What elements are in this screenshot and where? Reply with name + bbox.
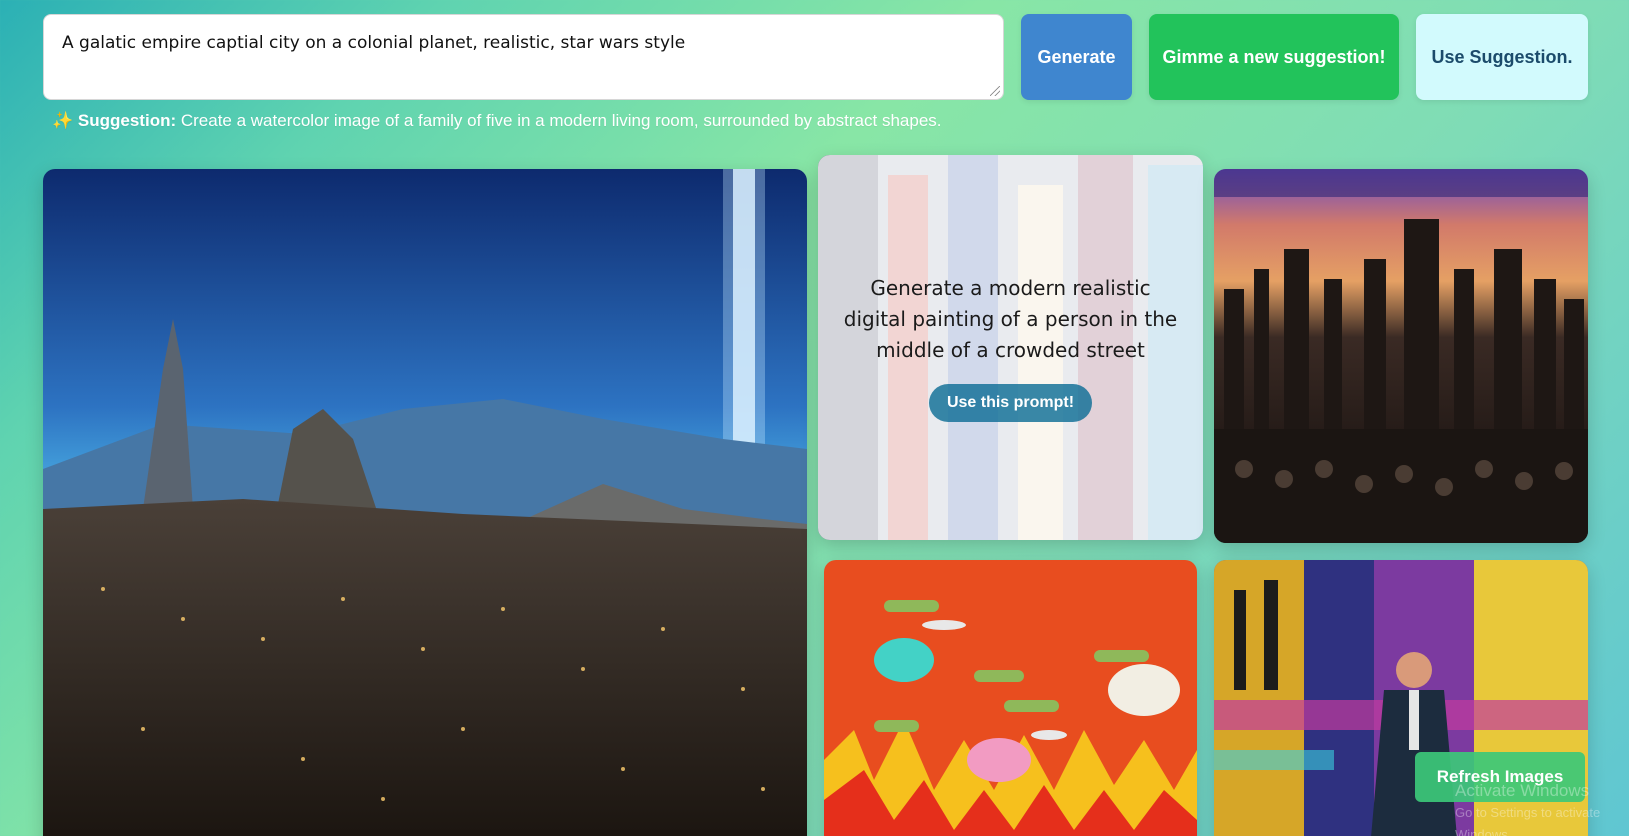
use-this-prompt-button[interactable]: Use this prompt! [928, 384, 1093, 422]
galactic-city-image[interactable] [43, 169, 807, 836]
watermark-title: Activate Windows [1455, 781, 1590, 800]
suggestion-text: Create a watercolor image of a family of… [180, 111, 942, 130]
generate-button[interactable]: Generate [1021, 14, 1132, 100]
overlay-prompt-text: Generate a modern realistic digital pain… [843, 276, 1178, 362]
suggestion-label: Suggestion: [77, 111, 177, 130]
prompt-input-text: A galatic empire captial city on a colon… [62, 33, 686, 53]
prompt-overlay: Generate a modern realistic digital pain… [818, 155, 1203, 540]
use-suggestion-button[interactable]: Use Suggestion. [1416, 14, 1588, 100]
new-suggestion-button[interactable]: Gimme a new suggestion! [1149, 14, 1399, 100]
watermark-subtitle: Go to Settings to activate Windows. [1455, 805, 1601, 836]
dark-city-skyline-image[interactable] [1214, 169, 1588, 543]
resize-grip-icon[interactable] [990, 86, 1000, 96]
crowded-street-painting-image[interactable]: Generate a modern realistic digital pain… [818, 155, 1203, 540]
suggestion-line: ✨ Suggestion: Create a watercolor image … [52, 111, 942, 131]
sparkles-icon: ✨ [52, 111, 74, 130]
windows-activation-watermark: Activate Windows Go to Settings to activ… [1455, 780, 1629, 836]
prompt-input[interactable]: A galatic empire captial city on a colon… [43, 14, 1004, 100]
cartoon-drones-fire-image[interactable] [824, 560, 1197, 836]
